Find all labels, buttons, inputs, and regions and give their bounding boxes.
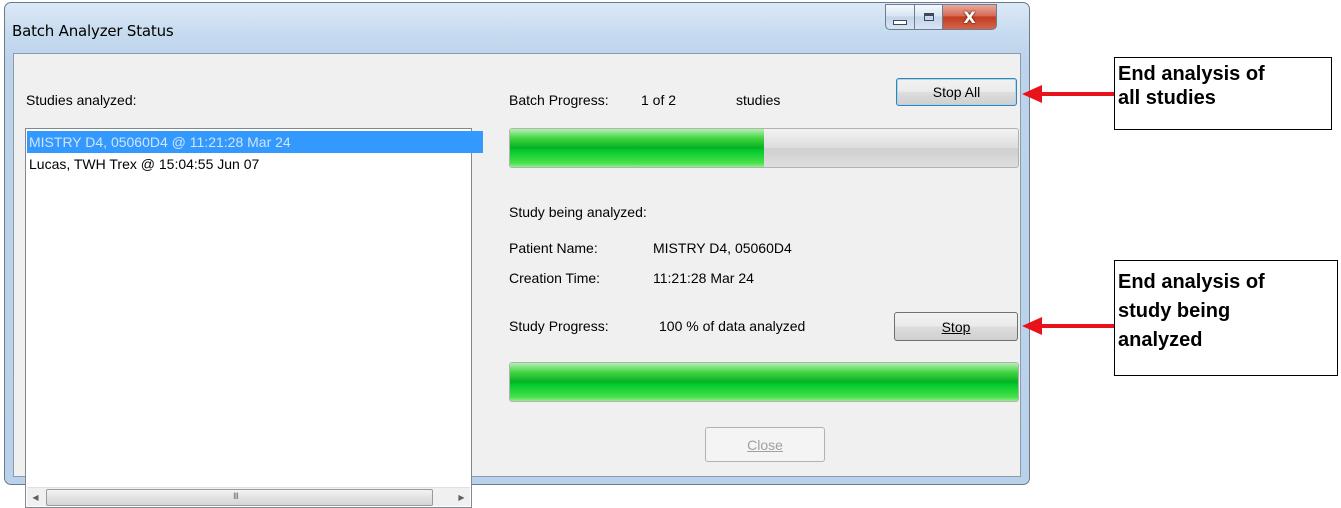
callout-stop: End analysis of study being analyzed xyxy=(1114,260,1338,376)
callout-stop-line-3: analyzed xyxy=(1118,329,1203,351)
callout-stop-all: End analysis of all studies xyxy=(1114,57,1332,130)
callout-stop-line-2: study being xyxy=(1118,300,1231,322)
grip-icon: III xyxy=(233,492,239,502)
callout-stop-all-line-1: End analysis of xyxy=(1118,63,1265,85)
red-arrow-stop xyxy=(1022,317,1114,335)
callout-stop-all-line-2: all studies xyxy=(1118,87,1216,109)
red-arrow-stop-all xyxy=(1022,85,1114,103)
scrollbar-thumb[interactable]: III xyxy=(46,489,433,506)
callout-stop-line-1: End analysis of xyxy=(1118,271,1265,293)
